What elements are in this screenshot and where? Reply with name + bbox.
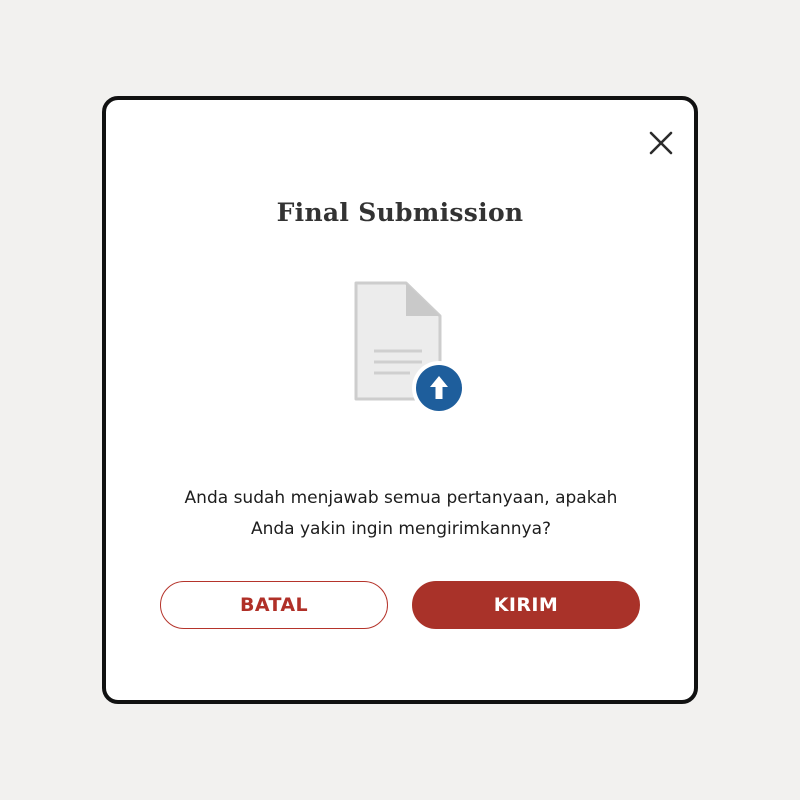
submit-button[interactable]: KIRIM <box>412 581 640 629</box>
message-line-2: Anda yakin ingin mengirimkannya? <box>250 519 552 539</box>
message-line-1: Anda sudah menjawab semua pertanyaan, ap… <box>184 488 618 508</box>
cancel-button[interactable]: BATAL <box>160 581 388 629</box>
document-upload-icon <box>354 281 466 415</box>
close-button[interactable] <box>644 126 678 160</box>
document-upload-illustration <box>350 280 466 416</box>
close-icon <box>649 131 673 155</box>
confirmation-message: Anda sudah menjawab semua pertanyaan, ap… <box>146 483 656 545</box>
dialog-title: Final Submission <box>276 198 524 227</box>
final-submission-dialog: Final Submission Anda sudah menjawab sem… <box>102 96 698 704</box>
